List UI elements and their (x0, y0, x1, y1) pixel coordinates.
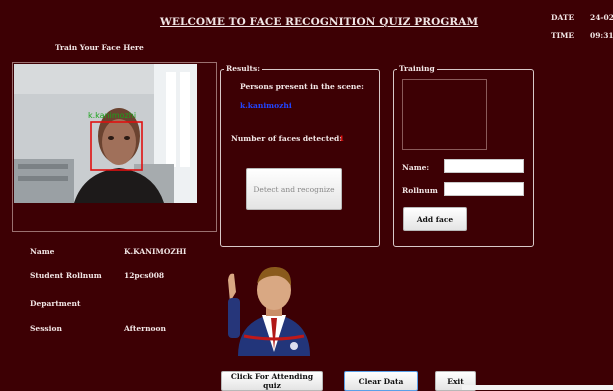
student-avatar-icon (228, 266, 310, 356)
camera-image (14, 64, 197, 203)
name-input[interactable] (444, 159, 524, 173)
faces-label: Number of faces detected: (231, 134, 342, 143)
session-value: Afternoon (124, 324, 167, 333)
taskbar-edge (462, 385, 613, 390)
student-name-label: Name (30, 247, 55, 256)
time-value: 09:31: (590, 31, 613, 40)
detect-recognize-button[interactable]: Detect and recognize (246, 168, 342, 210)
clear-data-button[interactable]: Clear Data (344, 371, 418, 391)
persons-label: Persons present in the scene: (240, 82, 364, 91)
date-value: 24-02- (590, 13, 613, 22)
results-legend: Results: (224, 64, 262, 73)
training-legend: Training (397, 64, 437, 73)
attend-quiz-button[interactable]: Click For Attending quiz (221, 371, 323, 391)
session-label: Session (30, 324, 62, 333)
department-label: Department (30, 299, 81, 308)
student-rollnum-value: 12pcs008 (124, 271, 165, 280)
add-face-button[interactable]: Add face (403, 207, 467, 231)
training-group: Training Name: Rollnum Add face (393, 64, 534, 247)
name-label: Name: (402, 163, 430, 172)
student-rollnum-label: Student Rollnum (30, 271, 102, 280)
rollnum-label: Rollnum (402, 186, 438, 195)
date-label: DATE (551, 13, 575, 22)
rollnum-input[interactable] (444, 182, 524, 196)
persons-value: k.kanimozhi (240, 101, 292, 110)
faces-value: 1 (339, 134, 345, 143)
detected-face-label: k.kanimozhi (88, 111, 137, 120)
time-label: TIME (551, 31, 575, 40)
camera-feed: k.kanimozhi (14, 64, 197, 203)
student-name-value: K.KANIMOZHI (124, 247, 187, 256)
results-group: Results: Persons present in the scene: k… (220, 64, 380, 247)
training-preview (402, 79, 487, 150)
page-title: WELCOME TO FACE RECOGNITION QUIZ PROGRAM (160, 16, 479, 28)
train-subtitle: Train Your Face Here (55, 43, 144, 52)
camera-frame: k.kanimozhi (12, 62, 217, 232)
